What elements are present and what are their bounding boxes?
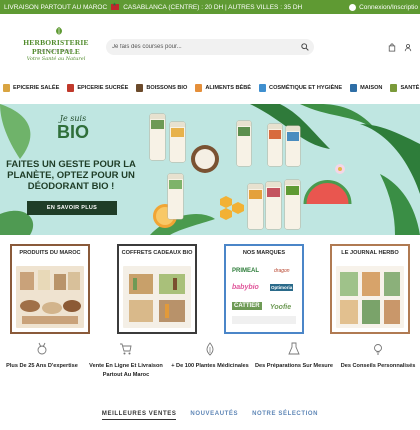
moroccan-products-image	[16, 266, 84, 328]
feature-text: Des Préparations Sur Mesure	[254, 363, 334, 369]
feature-delivery: Vente En Ligne Et Livraison Partout Au M…	[84, 342, 168, 379]
features-strip: Plus De 25 Ans D'expertise Vente En Lign…	[0, 342, 420, 408]
gift-boxes-image	[123, 266, 191, 328]
deodorant-stick	[150, 114, 165, 160]
user-account-icon[interactable]	[404, 43, 412, 52]
hero-cta-button[interactable]: EN SAVOIR PLUS	[27, 201, 117, 215]
login-link[interactable]: Connexion/Inscriptio	[349, 0, 418, 14]
deodorant-stick	[285, 180, 300, 229]
shopping-bag-icon[interactable]	[388, 43, 396, 52]
feature-text: + De 100 Plantes Médicinales	[171, 363, 249, 369]
lightbulb-icon	[374, 344, 382, 355]
delivery-text: LIVRAISON PARTOUT AU MAROC	[4, 3, 108, 11]
category-epicerie-sucree[interactable]: EPICERIE SUCRÉE	[67, 84, 128, 92]
brand-primeal: PRIMEAL	[232, 268, 259, 274]
product-tabs: MEILLEURES VENTES NOUVEAUTÉS NOTRE SÉLEC…	[0, 408, 420, 422]
hero-banner[interactable]: Je suis BIO FAITES UN GESTE POUR LA PLAN…	[0, 104, 420, 235]
site-logo[interactable]: HERBORISTERIE PRINCIPALE DEPUIS 1996 Vot…	[10, 26, 102, 70]
category-nav: EPICERIE SALÉE EPICERIE SUCRÉE BOISSONS …	[0, 80, 420, 96]
deodorant-stick	[266, 182, 281, 229]
cleaning-bottle-icon	[350, 84, 358, 92]
tab-meilleures-ventes[interactable]: MEILLEURES VENTES	[101, 411, 177, 420]
deodorant-stick	[168, 174, 183, 219]
category-aliments-bebe[interactable]: ALIMENTS BÉBÉ	[195, 84, 251, 92]
deodorant-stick	[237, 121, 251, 166]
card-title: COFFRETS CADEAUX BIO	[121, 250, 193, 256]
brand-yoofie: Yoofie	[270, 304, 292, 311]
bottle-icon	[136, 84, 144, 92]
card-produits-du-maroc[interactable]: PRODUITS DU MAROC	[10, 244, 90, 334]
top-info-bar: LIVRAISON PARTOUT AU MAROC CASABLANCA (C…	[0, 0, 420, 14]
feature-expertise: Plus De 25 Ans D'expertise	[0, 342, 84, 371]
leaf-logo-icon	[56, 27, 62, 35]
cart-icon	[120, 343, 132, 355]
deodorant-stick	[248, 184, 263, 229]
card-journal-herbo[interactable]: LE JOURNAL HERBO	[330, 244, 410, 334]
category-sante[interactable]: SANTÉ	[390, 84, 419, 92]
jam-jar-icon	[67, 84, 75, 92]
brand-logos: PRIMEAL dragon babybio Optimoria CATTIER…	[230, 266, 298, 328]
logo-name: HERBORISTERIE PRINCIPALE	[23, 38, 89, 56]
tab-nouveautes[interactable]: NOUVEAUTÉS	[190, 411, 238, 419]
brand-dragon: dragon	[274, 268, 290, 274]
deodorant-stick	[286, 126, 300, 166]
leaf-drop-icon	[206, 342, 214, 356]
journal-image	[336, 266, 404, 328]
cosmetic-bottle-icon	[259, 84, 267, 92]
brand-babybio: babybio	[232, 284, 259, 291]
deodorant-stick	[268, 124, 282, 166]
promo-cards: PRODUITS DU MAROC COFFRETS CADEAUX BIO N…	[10, 244, 415, 334]
potion-icon	[288, 342, 300, 355]
medal-icon	[37, 342, 47, 355]
header-icons	[388, 43, 412, 52]
morocco-flag-icon	[111, 2, 120, 10]
category-boissons-bio[interactable]: BOISSONS BIO	[136, 84, 187, 92]
salt-jar-icon	[3, 84, 10, 92]
category-maison[interactable]: MAISON	[350, 84, 382, 92]
card-title: PRODUITS DU MAROC	[19, 250, 81, 256]
card-coffrets-cadeaux[interactable]: COFFRETS CADEAUX BIO	[117, 244, 197, 334]
deodorant-stick	[170, 122, 185, 162]
brand-cattier: CATTIER	[232, 302, 262, 310]
feature-text: Plus De 25 Ans D'expertise	[6, 363, 78, 369]
baby-food-icon	[195, 84, 203, 92]
hero-headline: FAITES UN GESTE POUR LA PLANÈTE, OPTEZ P…	[6, 159, 136, 192]
user-icon	[349, 3, 357, 11]
feature-plants: + De 100 Plantes Médicinales	[168, 342, 252, 371]
tab-notre-selection[interactable]: NOTRE SÉLECTION	[252, 411, 318, 419]
bio-badge-big: BIO	[56, 122, 89, 142]
bio-badge: Je suis BIO	[52, 114, 94, 150]
feature-advice: Des Conseils Personnalisés	[336, 342, 420, 371]
health-bottle-icon	[390, 84, 398, 92]
feature-text: Vente En Ligne Et Livraison Partout Au M…	[89, 363, 163, 378]
login-label: Connexion/Inscriptio	[359, 3, 418, 11]
card-title: LE JOURNAL HERBO	[341, 250, 399, 256]
search-icon[interactable]	[301, 43, 309, 51]
card-title: NOS MARQUES	[242, 250, 286, 256]
brand-optimoria: Optimoria	[270, 284, 294, 291]
logo-tagline: Votre Santé au Naturel	[26, 56, 86, 62]
feature-text: Des Conseils Personnalisés	[340, 363, 416, 369]
logo-since: DEPUIS 1996	[38, 48, 74, 53]
search-input[interactable]	[112, 44, 292, 50]
category-cosmetique-hygiene[interactable]: COSMÉTIQUE ET HYGIÈNE	[259, 84, 342, 92]
shipping-rates-text: CASABLANCA (CENTRE) : 20 DH | AUTRES VIL…	[123, 3, 303, 11]
category-epicerie-salee[interactable]: EPICERIE SALÉE	[3, 84, 59, 92]
search-bar	[106, 39, 314, 55]
card-nos-marques[interactable]: NOS MARQUES PRIMEAL dragon babybio Optim…	[224, 244, 304, 334]
feature-preparations: Des Préparations Sur Mesure	[252, 342, 336, 371]
